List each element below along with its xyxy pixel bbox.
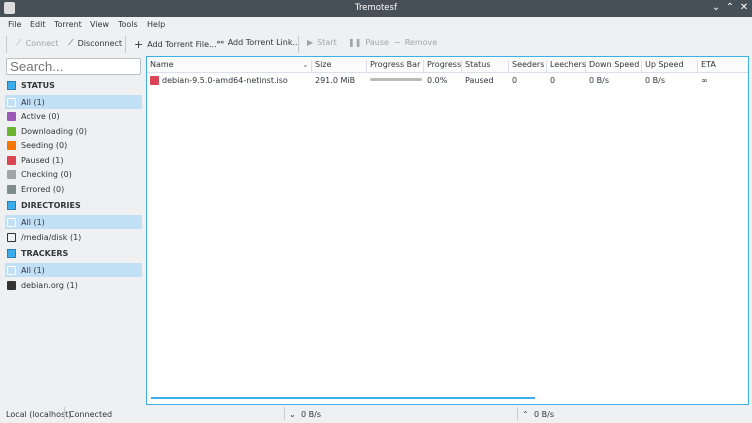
paused-icon xyxy=(7,155,16,165)
menu-tools[interactable]: Tools xyxy=(118,20,138,29)
remove-button[interactable]: − Remove xyxy=(394,38,437,47)
col-progress[interactable]: Progress xyxy=(424,60,462,72)
col-progress-bar[interactable]: Progress Bar xyxy=(367,60,424,72)
directories-header[interactable]: DIRECTORIES xyxy=(7,201,81,210)
tracker-all[interactable]: All (1) xyxy=(5,263,142,277)
col-seeders[interactable]: Seeders xyxy=(509,60,547,72)
connect-icon: ⟋ xyxy=(16,38,22,47)
folder-icon xyxy=(7,217,16,227)
status-bar: Local (localhost) Connected ⌄ 0 B/s ⌃ 0 … xyxy=(0,406,752,423)
upload-speed: 0 B/s xyxy=(534,410,554,419)
torrent-down-speed: 0 B/s xyxy=(589,76,609,85)
disconnect-button[interactable]: ⟋ Disconnect xyxy=(68,38,122,48)
status-all[interactable]: All (1) xyxy=(5,95,142,109)
status-seeding[interactable]: Seeding (0) xyxy=(5,138,142,152)
menu-view[interactable]: View xyxy=(90,20,109,29)
tracker-debian[interactable]: debian.org (1) xyxy=(5,278,142,292)
menu-torrent[interactable]: Torrent xyxy=(54,20,82,29)
download-arrow-icon: ⌄ xyxy=(289,410,296,419)
pause-button[interactable]: ❚❚ Pause xyxy=(348,38,389,47)
error-icon xyxy=(7,184,16,194)
toolbar: ⟋ Connect ⟋ Disconnect + Add Torrent File..… xyxy=(0,34,752,54)
menu-file[interactable]: File xyxy=(8,20,21,29)
directory-all[interactable]: All (1) xyxy=(5,215,142,229)
checkbox-icon xyxy=(7,201,16,210)
window-title: Tremotesf xyxy=(355,3,397,13)
connection-state: Connected xyxy=(69,410,113,419)
paused-icon xyxy=(150,76,159,85)
menu-edit[interactable]: Edit xyxy=(30,20,46,29)
plus-icon: + xyxy=(134,38,144,51)
menu-bar: File Edit Torrent View Tools Help xyxy=(0,17,752,33)
search-input[interactable] xyxy=(6,58,141,75)
maximize-icon[interactable]: ⌃ xyxy=(724,2,736,13)
server-icon xyxy=(7,280,16,290)
status-downloading[interactable]: Downloading (0) xyxy=(5,124,142,138)
progress-bar xyxy=(370,78,422,81)
col-down-speed[interactable]: Down Speed xyxy=(586,60,642,72)
seed-icon xyxy=(7,140,16,150)
folder-icon xyxy=(7,265,16,275)
add-torrent-file-button[interactable]: + Add Torrent File... xyxy=(134,38,217,51)
torrent-seeders: 0 xyxy=(512,76,518,85)
torrent-status: Paused xyxy=(465,76,494,85)
sort-chevron-icon: ⌄ xyxy=(302,60,309,69)
status-active[interactable]: Active (0) xyxy=(5,109,142,123)
directory-media-disk[interactable]: /media/disk (1) xyxy=(5,230,142,244)
col-up-speed[interactable]: Up Speed xyxy=(642,60,698,72)
minus-icon: − xyxy=(394,38,401,47)
col-name[interactable]: Name xyxy=(147,60,312,72)
torrent-name: debian-9.5.0-amd64-netinst.iso xyxy=(162,76,288,85)
minimize-icon[interactable]: ⌄ xyxy=(710,2,722,13)
status-errored[interactable]: Errored (0) xyxy=(5,182,142,196)
download-icon xyxy=(7,126,16,136)
trackers-header[interactable]: TRACKERS xyxy=(7,249,68,258)
checking-icon xyxy=(7,169,16,179)
connect-button[interactable]: ⟋ Connect xyxy=(16,38,59,48)
torrent-up-speed: 0 B/s xyxy=(645,76,665,85)
status-header[interactable]: STATUS xyxy=(7,81,55,90)
server-label: Local (localhost) xyxy=(6,410,72,419)
folder-icon xyxy=(7,97,16,107)
add-torrent-link-button[interactable]: ⚯ Add Torrent Link... xyxy=(217,38,300,47)
torrent-table: Name Size Progress Bar Progress Status S… xyxy=(146,56,749,405)
folder-icon xyxy=(7,232,16,242)
title-bar: Tremotesf ⌄ ⌃ ✕ xyxy=(0,0,752,17)
pause-icon: ❚❚ xyxy=(348,38,362,47)
menu-help[interactable]: Help xyxy=(147,20,165,29)
col-size[interactable]: Size xyxy=(312,60,367,72)
torrent-progress: 0.0% xyxy=(427,76,448,85)
disconnect-icon: ⟋ xyxy=(68,38,74,47)
col-eta[interactable]: ETA xyxy=(698,60,748,72)
active-icon xyxy=(7,111,16,121)
checkbox-icon xyxy=(7,249,16,258)
table-row[interactable]: debian-9.5.0-amd64-netinst.iso 291.0 MiB… xyxy=(147,73,748,87)
torrent-leechers: 0 xyxy=(550,76,556,85)
status-paused[interactable]: Paused (1) xyxy=(5,153,142,167)
play-icon: ▶ xyxy=(307,38,314,47)
table-header: Name Size Progress Bar Progress Status S… xyxy=(147,57,748,73)
col-status[interactable]: Status xyxy=(462,60,509,72)
download-speed: 0 B/s xyxy=(301,410,321,419)
start-button[interactable]: ▶ Start xyxy=(307,38,337,47)
upload-arrow-icon: ⌃ xyxy=(522,410,529,419)
link-icon: ⚯ xyxy=(217,38,224,47)
horizontal-scrollbar[interactable] xyxy=(151,397,535,399)
checkbox-icon xyxy=(7,81,16,90)
status-checking[interactable]: Checking (0) xyxy=(5,167,142,181)
col-leechers[interactable]: Leechers xyxy=(547,60,586,72)
torrent-eta: ∞ xyxy=(701,76,708,85)
torrent-size: 291.0 MiB xyxy=(315,76,356,85)
close-icon[interactable]: ✕ xyxy=(738,2,750,13)
